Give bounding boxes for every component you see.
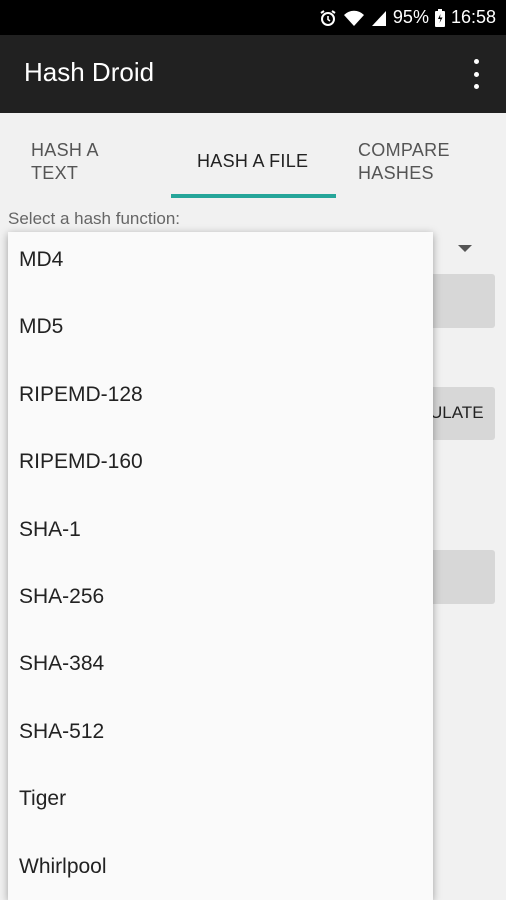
overflow-menu-icon[interactable] xyxy=(464,59,488,89)
option-sha-512[interactable]: SHA-512 xyxy=(8,698,433,765)
battery-percent: 95% xyxy=(392,7,429,27)
tab-bar: HASH A TEXT HASH A FILE COMPARE HASHES xyxy=(0,113,506,200)
hash-function-dropdown: MD4 MD5 RIPEMD-128 RIPEMD-160 SHA-1 SHA-… xyxy=(8,232,433,900)
calculate-button-label: ULATE xyxy=(430,403,484,422)
option-md5[interactable]: MD5 xyxy=(8,293,433,360)
signal-icon xyxy=(371,9,387,27)
clock: 16:58 xyxy=(450,7,496,27)
status-icons: 95% 16:58 xyxy=(319,0,496,35)
option-sha-256[interactable]: SHA-256 xyxy=(8,563,433,630)
tab-hash-file[interactable]: HASH A FILE xyxy=(171,113,336,200)
tab-label: COMPARE HASHES xyxy=(358,140,450,183)
hash-function-label: Select a hash function: xyxy=(8,209,181,228)
wifi-icon xyxy=(343,9,365,27)
option-sha-384[interactable]: SHA-384 xyxy=(8,630,433,697)
battery-icon xyxy=(434,8,445,27)
status-bar: 95% 16:58 xyxy=(0,0,506,35)
option-ripemd-128[interactable]: RIPEMD-128 xyxy=(8,361,433,428)
dropdown-arrow-icon[interactable] xyxy=(458,245,472,252)
option-whirlpool[interactable]: Whirlpool xyxy=(8,833,433,900)
tab-indicator xyxy=(171,194,336,198)
option-ripemd-160[interactable]: RIPEMD-160 xyxy=(8,428,433,495)
option-md4[interactable]: MD4 xyxy=(8,232,433,293)
option-tiger[interactable]: Tiger xyxy=(8,765,433,832)
tab-label: HASH A FILE xyxy=(197,151,309,171)
option-sha-1[interactable]: SHA-1 xyxy=(8,496,433,563)
tab-label: HASH A TEXT xyxy=(31,140,99,183)
app-title: Hash Droid xyxy=(24,57,155,87)
app-bar: Hash Droid xyxy=(0,35,506,113)
tab-hash-text[interactable]: HASH A TEXT xyxy=(0,113,170,200)
tab-compare-hashes[interactable]: COMPARE HASHES xyxy=(336,113,506,200)
alarm-icon xyxy=(319,9,337,27)
